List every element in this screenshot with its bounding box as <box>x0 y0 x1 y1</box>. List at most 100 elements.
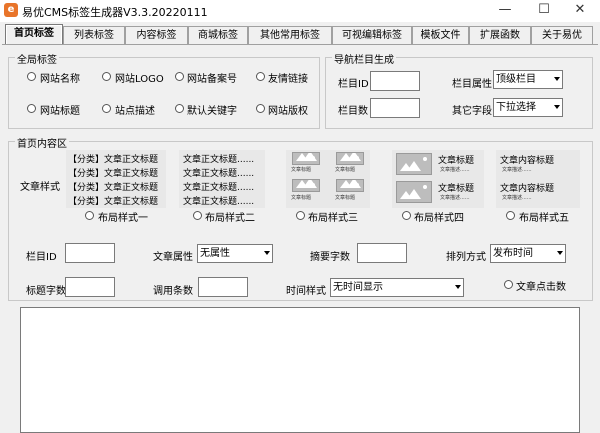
layout5-preview: 文章内容标题 文章描述...... 文章内容标题 文章描述...... <box>496 150 580 208</box>
tab-content-tags[interactable]: 内容标签 <box>125 26 188 44</box>
title-chars-input[interactable] <box>65 277 115 297</box>
selected-value: 顶级栏目 <box>496 74 536 85</box>
layout3-preview: 文章标题 文章标题 文章标题 文章标题 <box>286 150 370 208</box>
label-article-clicks: 文章点击数 <box>516 282 566 293</box>
tab-extension-functions[interactable]: 扩展函数 <box>469 26 531 44</box>
radio-friend-links[interactable] <box>256 72 265 81</box>
article-attr-select[interactable]: 无属性 <box>197 244 273 263</box>
tab-bar: 首页标签 列表标签 内容标签 商城标签 其他常用标签 可视编辑标签 模板文件 扩… <box>0 24 600 46</box>
radio-site-name[interactable] <box>27 72 36 81</box>
preview-line: 【分类】文章正文标题 <box>68 155 159 165</box>
output-textarea[interactable] <box>20 307 580 433</box>
radio-layout-2[interactable] <box>193 211 202 220</box>
image-caption: 文章标题 <box>335 167 356 173</box>
layout4-preview: 文章标题 文章描述...... 文章标题 文章描述...... <box>392 150 484 208</box>
image-placeholder-icon <box>396 181 432 203</box>
tab-list-tags[interactable]: 列表标签 <box>63 26 125 44</box>
tab-visual-edit-tags[interactable]: 可视编辑标签 <box>332 26 412 44</box>
preview-line: 【分类】文章正文标题 <box>68 197 159 207</box>
radio-site-copyright[interactable] <box>256 104 265 113</box>
layout2-preview: 文章正文标题...... 文章正文标题...... 文章正文标题...... 文… <box>179 150 265 208</box>
label-layout-4: 布局样式四 <box>414 213 464 224</box>
label-site-logo: 网站LOGO <box>115 74 164 85</box>
tab-home-tags[interactable]: 首页标签 <box>5 24 63 45</box>
radio-site-title[interactable] <box>27 104 36 113</box>
item-title: 文章内容标题 <box>500 184 555 194</box>
label-friend-links: 友情链接 <box>268 74 308 85</box>
group-title: 导航栏目生成 <box>332 51 396 66</box>
tab-other-tags[interactable]: 其他常用标签 <box>248 26 332 44</box>
radio-article-clicks[interactable] <box>504 280 513 289</box>
content-column-id-input[interactable] <box>65 243 115 263</box>
summary-chars-input[interactable] <box>357 243 407 263</box>
radio-site-icp[interactable] <box>175 72 184 81</box>
label-column-attr: 栏目属性 <box>452 79 492 90</box>
time-style-select[interactable]: 无时间显示 <box>330 278 464 297</box>
image-placeholder-icon <box>292 179 320 192</box>
label-site-icp: 网站备案号 <box>187 74 237 85</box>
item-desc: 文章描述...... <box>440 195 470 201</box>
column-count-input[interactable] <box>370 98 420 118</box>
label-article-style: 文章样式 <box>20 182 60 193</box>
column-attr-select[interactable]: 顶级栏目 <box>493 70 563 89</box>
label-title-chars: 标题字数 <box>26 286 66 297</box>
selected-value: 无时间显示 <box>333 282 383 293</box>
chevron-down-icon <box>455 285 461 289</box>
tab-template-files[interactable]: 模板文件 <box>412 26 469 44</box>
preview-line: 文章正文标题...... <box>183 169 255 179</box>
selected-value: 下拉选择 <box>496 102 536 113</box>
chevron-down-icon <box>554 77 560 81</box>
group-title: 首页内容区 <box>15 135 69 150</box>
label-layout-5: 布局样式五 <box>519 213 569 224</box>
window-title: 易优CMS标签生成器V3.3.20220111 <box>22 6 208 19</box>
tab-shop-tags[interactable]: 商城标签 <box>188 26 248 44</box>
call-count-input[interactable] <box>198 277 248 297</box>
radio-site-logo[interactable] <box>102 72 111 81</box>
label-article-attr: 文章属性 <box>153 252 193 263</box>
label-site-title: 网站标题 <box>40 106 80 117</box>
label-layout-1: 布局样式一 <box>98 213 148 224</box>
image-placeholder-icon <box>336 179 364 192</box>
radio-layout-5[interactable] <box>506 211 515 220</box>
item-desc: 文章描述...... <box>440 167 470 173</box>
label-call-count: 调用条数 <box>153 286 193 297</box>
item-desc: 文章描述...... <box>502 195 532 201</box>
preview-line: 【分类】文章正文标题 <box>68 183 159 193</box>
label-default-keywords: 默认关键字 <box>187 106 237 117</box>
app-icon: e <box>4 3 18 17</box>
label-site-name: 网站名称 <box>40 74 80 85</box>
sort-method-select[interactable]: 发布时间 <box>490 244 566 263</box>
label-column-id: 栏目ID <box>26 252 57 263</box>
chevron-down-icon <box>554 105 560 109</box>
close-button[interactable]: ✕ <box>560 0 600 22</box>
item-title: 文章内容标题 <box>500 156 555 166</box>
image-placeholder-icon <box>292 152 320 165</box>
tab-divider <box>2 44 598 45</box>
radio-site-desc[interactable] <box>102 104 111 113</box>
item-title: 文章标题 <box>438 156 475 166</box>
tab-about[interactable]: 关于易优 <box>531 26 593 44</box>
radio-layout-4[interactable] <box>402 211 411 220</box>
column-id-input[interactable] <box>370 71 420 91</box>
radio-default-keywords[interactable] <box>175 104 184 113</box>
preview-line: 文章正文标题...... <box>183 183 255 193</box>
radio-layout-3[interactable] <box>296 211 305 220</box>
maximize-button[interactable]: ☐ <box>524 0 564 22</box>
title-bar: e 易优CMS标签生成器V3.3.20220111 — ☐ ✕ <box>0 0 600 22</box>
label-layout-3: 布局样式三 <box>308 213 358 224</box>
image-placeholder-icon <box>396 153 432 175</box>
minimize-button[interactable]: — <box>485 0 525 22</box>
preview-line: 【分类】文章正文标题 <box>68 169 159 179</box>
layout1-preview: 【分类】文章正文标题 【分类】文章正文标题 【分类】文章正文标题 【分类】文章正… <box>66 150 166 208</box>
other-field-select[interactable]: 下拉选择 <box>493 98 563 117</box>
selected-value: 无属性 <box>200 248 230 259</box>
label-other-field: 其它字段 <box>452 106 492 117</box>
label-sort-method: 排列方式 <box>446 252 486 263</box>
label-summary-chars: 摘要字数 <box>310 252 350 263</box>
item-desc: 文章描述...... <box>502 167 532 173</box>
nav-gen-group: 导航栏目生成 <box>325 51 593 129</box>
image-placeholder-icon <box>336 152 364 165</box>
radio-layout-1[interactable] <box>85 211 94 220</box>
image-caption: 文章标题 <box>335 195 356 201</box>
chevron-down-icon <box>557 251 563 255</box>
